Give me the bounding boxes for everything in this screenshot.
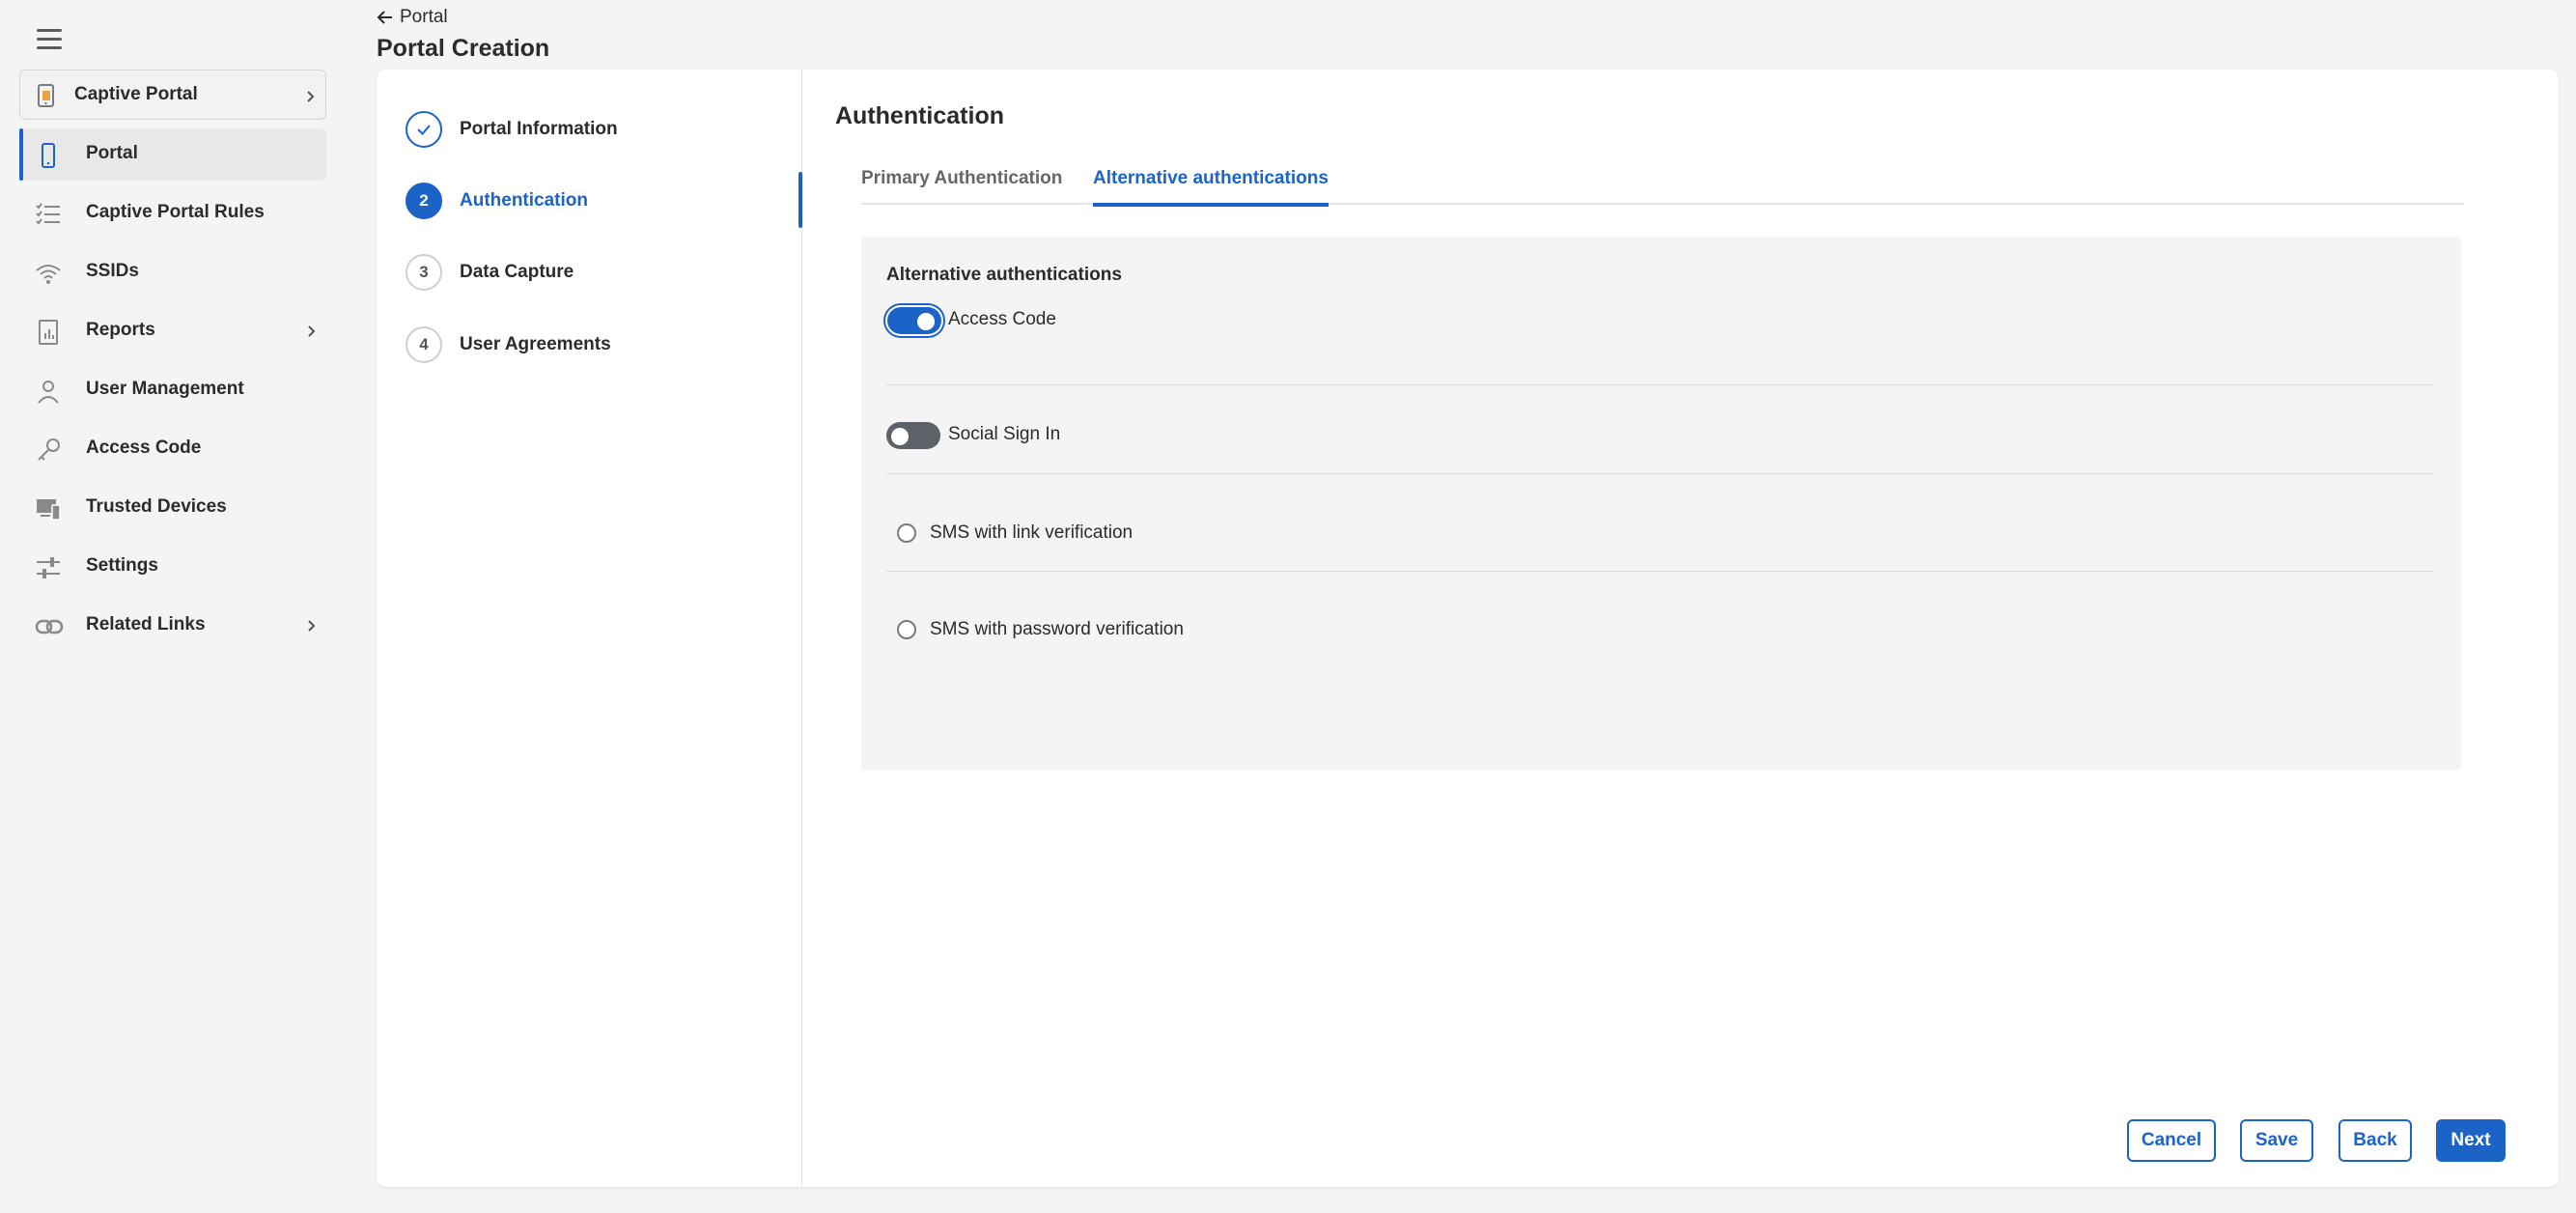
step-portal-information[interactable]: Portal Information — [406, 110, 618, 149]
key-icon — [35, 437, 62, 464]
step-user-agreements[interactable]: 4 User Agreements — [406, 325, 611, 364]
stepper: Portal Information 2 Authentication 3 Da… — [377, 70, 802, 1187]
user-icon — [35, 378, 62, 405]
cancel-button[interactable]: Cancel — [2127, 1119, 2216, 1162]
sidebar-item-ssids[interactable]: SSIDs — [19, 246, 326, 298]
sidebar-item-label: Reports — [86, 320, 155, 340]
sidebar-item-label: Trusted Devices — [86, 496, 227, 517]
section-title: Authentication — [835, 102, 1004, 129]
toggle-knob — [891, 428, 909, 445]
chevron-right-icon — [304, 90, 318, 103]
divider — [886, 571, 2433, 572]
step-label: Authentication — [460, 190, 588, 211]
sidebar-item-settings[interactable]: Settings — [19, 541, 326, 593]
back-link-label: Portal — [400, 7, 448, 27]
sms-password-verification-label: SMS with password verification — [930, 619, 1184, 639]
step-label: Data Capture — [460, 262, 574, 282]
social-sign-in-toggle[interactable] — [886, 422, 940, 449]
step-authentication[interactable]: 2 Authentication — [406, 182, 588, 220]
sidebar-item-user-management[interactable]: User Management — [19, 364, 326, 416]
sidebar-item-label: SSIDs — [86, 261, 139, 281]
step-complete-indicator — [406, 111, 442, 148]
access-code-label: Access Code — [948, 309, 1056, 329]
sms-link-verification-radio[interactable] — [897, 523, 916, 543]
checklist-icon — [35, 201, 62, 228]
sidebar-item-label: Settings — [86, 555, 158, 576]
content-area: Authentication Primary Authentication Al… — [802, 70, 2559, 1187]
devices-icon — [35, 495, 62, 522]
phone-icon — [35, 142, 62, 169]
divider — [886, 384, 2433, 385]
portal-creation-card: Portal Information 2 Authentication 3 Da… — [377, 70, 2559, 1187]
sidebar: Captive Portal Portal Captive Portal Rul… — [0, 0, 338, 1213]
sidebar-item-label: Portal — [86, 143, 138, 163]
sidebar-item-label: User Management — [86, 379, 244, 399]
back-button[interactable]: Back — [2338, 1119, 2412, 1162]
auth-tabs: Primary Authentication Alternative authe… — [861, 164, 2464, 207]
sms-link-verification-label: SMS with link verification — [930, 522, 1134, 543]
next-button[interactable]: Next — [2436, 1119, 2506, 1162]
checkmark-icon — [414, 120, 434, 139]
step-data-capture[interactable]: 3 Data Capture — [406, 253, 574, 292]
step-number: 2 — [406, 183, 442, 219]
sidebar-item-portal[interactable]: Portal — [19, 128, 326, 181]
sidebar-header-captive-portal[interactable]: Captive Portal — [19, 70, 326, 120]
sidebar-item-label: Related Links — [86, 614, 206, 635]
social-sign-in-label: Social Sign In — [948, 424, 1061, 444]
alternative-auth-panel: Alternative authentications Access Code … — [861, 238, 2461, 770]
report-icon — [35, 319, 62, 346]
arrow-left-icon — [377, 9, 400, 26]
step-number: 4 — [406, 326, 442, 363]
sidebar-item-related-links[interactable]: Related Links — [19, 600, 326, 652]
sidebar-header-label: Captive Portal — [74, 84, 198, 104]
divider — [886, 473, 2433, 474]
menu-icon[interactable] — [33, 25, 66, 54]
sms-password-verification-radio[interactable] — [897, 620, 916, 639]
sidebar-item-captive-portal-rules[interactable]: Captive Portal Rules — [19, 187, 326, 240]
save-button[interactable]: Save — [2240, 1119, 2313, 1162]
sidebar-item-trusted-devices[interactable]: Trusted Devices — [19, 482, 326, 534]
panel-title: Alternative authentications — [886, 265, 1122, 285]
step-label: User Agreements — [460, 334, 611, 354]
access-code-toggle[interactable] — [887, 307, 941, 334]
page-title: Portal Creation — [377, 35, 550, 62]
sidebar-item-reports[interactable]: Reports — [19, 305, 326, 357]
sliders-icon — [35, 554, 62, 581]
step-number: 3 — [406, 254, 442, 291]
link-icon — [35, 613, 64, 640]
sidebar-item-label: Captive Portal Rules — [86, 202, 265, 222]
captive-portal-icon — [34, 83, 61, 110]
step-label: Portal Information — [460, 119, 618, 139]
toggle-knob — [917, 313, 935, 330]
sidebar-item-label: Access Code — [86, 437, 202, 458]
back-to-portal-link[interactable]: Portal — [377, 6, 448, 29]
chevron-right-icon — [305, 324, 319, 338]
wifi-icon — [35, 260, 62, 287]
tab-primary-authentication[interactable]: Primary Authentication — [861, 164, 1062, 205]
tab-alternative-authentications[interactable]: Alternative authentications — [1093, 164, 1329, 207]
chevron-right-icon — [305, 619, 319, 633]
sidebar-item-access-code[interactable]: Access Code — [19, 423, 326, 475]
